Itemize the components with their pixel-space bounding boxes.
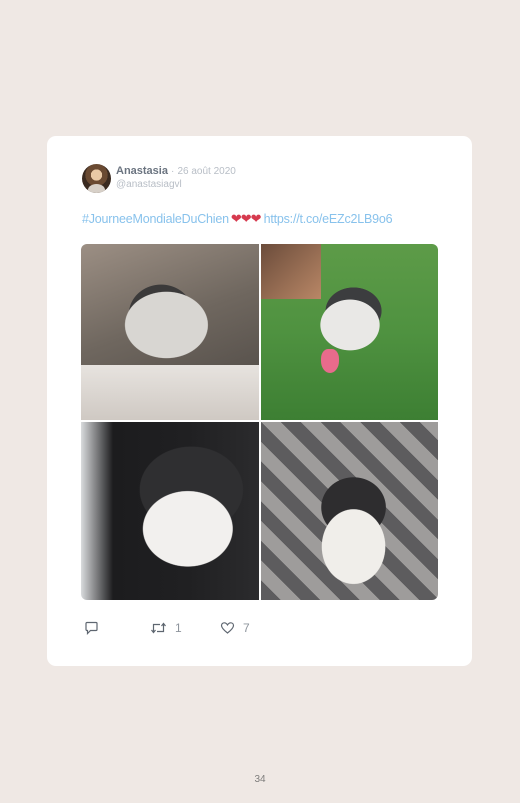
page-number: 34 [254,774,266,785]
reply-icon [85,621,98,635]
hearts-emoji: ❤❤❤ [230,211,262,226]
author-handle[interactable]: @anastasiagvl [116,179,182,190]
tweet-text: #JourneeMondialeDuChien ❤❤❤ https://t.co/e… [82,211,393,227]
tweet-card: Anastasia · 26 août 2020 @anastasiagvl #… [47,136,472,666]
like-count: 7 [243,621,250,635]
husky-on-grass-photo[interactable] [261,244,438,420]
avatar[interactable] [82,164,111,193]
retweet-icon [151,622,166,634]
husky-on-couch-photo[interactable] [261,422,438,600]
husky-profile-photo[interactable] [81,422,259,600]
hashtag-link[interactable]: #JourneeMondialeDuChien [82,212,229,226]
husky-lying-on-tiles-photo[interactable] [81,244,259,420]
reply-button[interactable] [84,621,99,635]
tweet-header: Anastasia · 26 août 2020 [116,165,236,177]
tweet-link[interactable]: https://t.co/eEZc2LB9o6 [264,212,393,226]
retweet-button[interactable]: 1 [150,621,182,635]
tweet-date[interactable]: 26 août 2020 [177,166,235,177]
retweet-count: 1 [175,621,182,635]
heart-icon [220,622,235,634]
author-name[interactable]: Anastasia [116,165,168,177]
photo-grid [81,244,438,600]
like-button[interactable]: 7 [220,621,250,635]
header-separator: · [171,166,175,177]
